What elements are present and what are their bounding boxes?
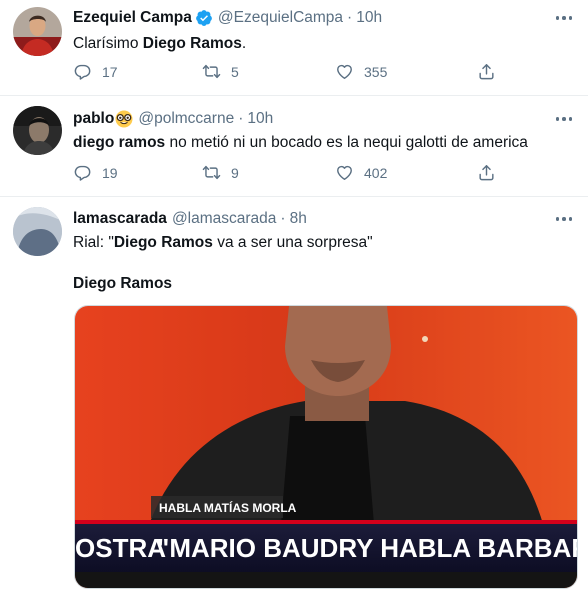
avatar[interactable] [13, 7, 62, 56]
author-handle[interactable]: @polmccarne [138, 110, 234, 128]
tweet-subtext: Diego Ramos [73, 275, 173, 292]
media-video-thumbnail[interactable]: HABLA MATÍAS MORLA OSTRA "MARIO BAUDRY H… [74, 305, 578, 589]
reply-icon [74, 165, 91, 181]
timestamp[interactable]: 10h [247, 110, 273, 128]
retweet-icon [202, 64, 221, 79]
like-icon [337, 64, 352, 79]
separator-dot: · [238, 110, 244, 127]
author-name[interactable]: Ezequiel Campa [73, 9, 192, 27]
tweet[interactable]: pablo @polmccarne · 10h diego ramos no m… [0, 96, 588, 197]
share-icon [479, 165, 494, 181]
more-options-icon[interactable] [552, 209, 576, 229]
like-count: 355 [364, 63, 388, 80]
like-button[interactable]: 402 [335, 163, 387, 182]
timestamp[interactable]: 10h [356, 9, 382, 27]
tweet-header: lamascarada @lamascarada · 8h [73, 208, 307, 230]
tweet-header: pablo @polmccarne · 10h [73, 108, 273, 130]
more-options-icon[interactable] [552, 8, 576, 28]
timeline-feed: Ezequiel Campa @EzequielCampa · 10h Clar… [0, 0, 588, 601]
avatar[interactable] [13, 207, 62, 256]
reply-button[interactable]: 19 [73, 163, 118, 182]
tweet-actions: 17 5 355 [73, 62, 503, 84]
nerd-face-emoji-icon [115, 110, 133, 128]
ticker-left-text: OSTRA [75, 533, 166, 563]
like-button[interactable]: 355 [335, 62, 387, 81]
author-handle[interactable]: @lamascarada [172, 210, 276, 228]
tweet-text: diego ramos no metió ni un bocado es la … [73, 134, 528, 151]
retweet-button[interactable]: 9 [202, 163, 239, 182]
share-button[interactable] [477, 62, 496, 81]
share-icon [479, 64, 494, 80]
like-count: 402 [364, 164, 388, 181]
reply-button[interactable]: 17 [73, 62, 118, 81]
retweet-count: 9 [231, 164, 239, 181]
retweet-icon [202, 165, 221, 180]
tweet[interactable]: Ezequiel Campa @EzequielCampa · 10h Clar… [0, 0, 588, 96]
reply-count: 19 [102, 164, 118, 181]
ticker-headline: "MARIO BAUDRY HABLA BARBARIDADES DI [157, 533, 578, 563]
like-icon [337, 165, 352, 180]
separator-dot: · [347, 9, 353, 26]
lower-third-label: HABLA MATÍAS MORLA [159, 500, 297, 515]
author-name[interactable]: lamascarada [73, 210, 167, 228]
avatar[interactable] [13, 106, 62, 155]
more-options-icon[interactable] [552, 109, 576, 129]
timestamp[interactable]: 8h [290, 210, 307, 228]
author-name[interactable]: pablo [73, 110, 114, 128]
reply-icon [74, 64, 91, 80]
retweet-count: 5 [231, 63, 239, 80]
tweet-text: Clarísimo Diego Ramos. [73, 35, 247, 52]
retweet-button[interactable]: 5 [202, 62, 239, 81]
verified-badge-icon [195, 9, 213, 27]
tweet-actions: 19 9 402 [73, 163, 503, 185]
share-button[interactable] [477, 163, 496, 182]
tweet-text: Rial: "Diego Ramos va a ser una sorpresa… [73, 234, 373, 251]
reply-count: 17 [102, 63, 118, 80]
tweet-header: Ezequiel Campa @EzequielCampa · 10h [73, 7, 382, 29]
author-handle[interactable]: @EzequielCampa [218, 9, 343, 27]
separator-dot: · [280, 210, 286, 227]
